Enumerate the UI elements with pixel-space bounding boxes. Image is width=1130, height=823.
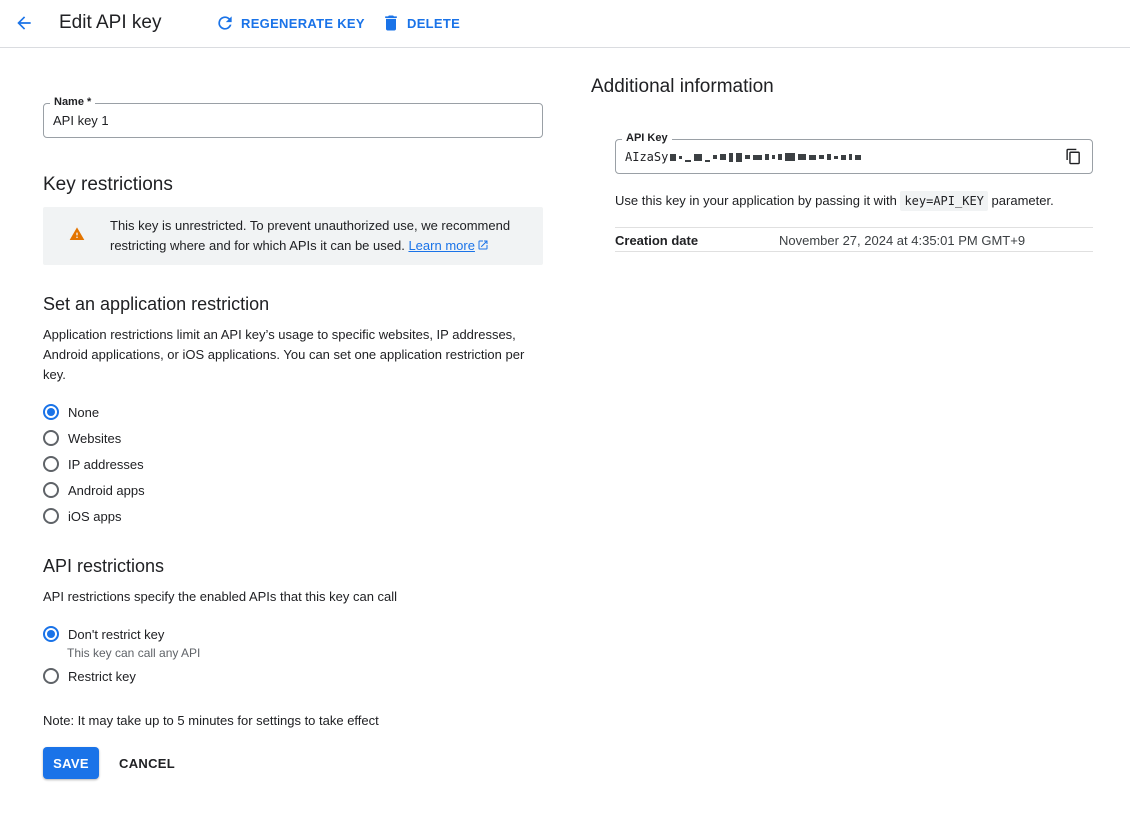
top-bar: Edit API key REGENERATE KEY DELETE — [0, 0, 1130, 48]
radio-label: Android apps — [68, 482, 145, 498]
radio-button-selected[interactable] — [43, 404, 59, 420]
api-restrictions-heading: API restrictions — [43, 556, 165, 576]
radio-button[interactable] — [43, 508, 59, 524]
creation-date-value: November 27, 2024 at 4:35:01 PM GMT+9 — [779, 233, 1026, 248]
radio-button[interactable] — [43, 668, 59, 684]
radio-app-android[interactable]: Android apps — [43, 482, 145, 498]
radio-label: Don't restrict key — [68, 626, 165, 642]
usage-suffix: parameter. — [991, 193, 1054, 208]
settings-note: Note: It may take up to 5 minutes for se… — [43, 713, 379, 728]
regenerate-key-button[interactable]: REGENERATE KEY — [215, 13, 365, 33]
regenerate-key-label: REGENERATE KEY — [241, 15, 365, 31]
radio-button-selected[interactable] — [43, 626, 59, 642]
radio-dont-restrict-key[interactable]: Don't restrict key — [43, 626, 164, 642]
api-key-prefix: AIzaSy — [625, 150, 669, 164]
trash-icon — [385, 15, 397, 31]
learn-more-label: Learn more — [408, 238, 475, 253]
radio-label: None — [68, 404, 100, 420]
app-restriction-heading: Set an application restriction — [43, 294, 270, 314]
radio-label: iOS apps — [68, 508, 122, 524]
save-button[interactable]: SAVE — [43, 747, 99, 779]
api-restrictions-description: API restrictions specify the enabled API… — [43, 589, 398, 604]
refresh-icon — [218, 16, 232, 30]
open-in-new-icon — [478, 240, 488, 250]
learn-more-link[interactable]: Learn more — [408, 238, 488, 253]
radio-app-none[interactable]: None — [43, 404, 99, 420]
copy-key-button[interactable] — [1065, 148, 1082, 170]
copy-icon — [1066, 148, 1080, 165]
warning-text: This key is unrestricted. To prevent una… — [110, 216, 530, 256]
usage-code: key=API_KEY — [900, 191, 988, 211]
radio-app-ios[interactable]: iOS apps — [43, 508, 121, 524]
radio-button[interactable] — [43, 456, 59, 472]
back-button[interactable] — [10, 9, 38, 37]
radio-button[interactable] — [43, 482, 59, 498]
warning-icon — [69, 227, 85, 240]
radio-app-ip-addresses[interactable]: IP addresses — [43, 456, 144, 472]
api-key-usage: Use this key in your application by pass… — [615, 191, 1095, 211]
additional-info-heading: Additional information — [591, 76, 774, 97]
radio-app-websites[interactable]: Websites — [43, 430, 121, 446]
api-key-field: API Key AIzaSy — [615, 132, 1093, 174]
name-field[interactable]: Name * API key 1 — [43, 96, 543, 138]
name-field-value[interactable]: API key 1 — [53, 113, 109, 128]
creation-date-label: Creation date — [615, 233, 699, 248]
radio-button[interactable] — [43, 430, 59, 446]
radio-label: Websites — [68, 430, 122, 446]
app-restriction-description: Application restrictions limit an API ke… — [43, 327, 525, 382]
page-title: Edit API key — [59, 12, 162, 33]
delete-label: DELETE — [407, 15, 461, 31]
radio-label: Restrict key — [68, 668, 136, 684]
creation-date-row: Creation date November 27, 2024 at 4:35:… — [615, 227, 1093, 252]
radio-label: IP addresses — [68, 456, 144, 472]
delete-button[interactable]: DELETE — [381, 13, 460, 33]
api-key-value: AIzaSy — [625, 150, 862, 164]
radio-hint: This key can call any API — [67, 646, 201, 660]
unrestricted-warning: This key is unrestricted. To prevent una… — [43, 207, 543, 265]
api-key-label: API Key — [622, 132, 672, 144]
cancel-button[interactable]: CANCEL — [111, 747, 183, 779]
name-field-label: Name * — [50, 96, 96, 108]
usage-prefix: Use this key in your application by pass… — [615, 193, 897, 208]
key-restrictions-heading: Key restrictions — [43, 174, 173, 195]
radio-restrict-key[interactable]: Restrict key — [43, 668, 136, 684]
arrow-back-icon — [17, 16, 31, 30]
redacted-key — [670, 152, 862, 162]
